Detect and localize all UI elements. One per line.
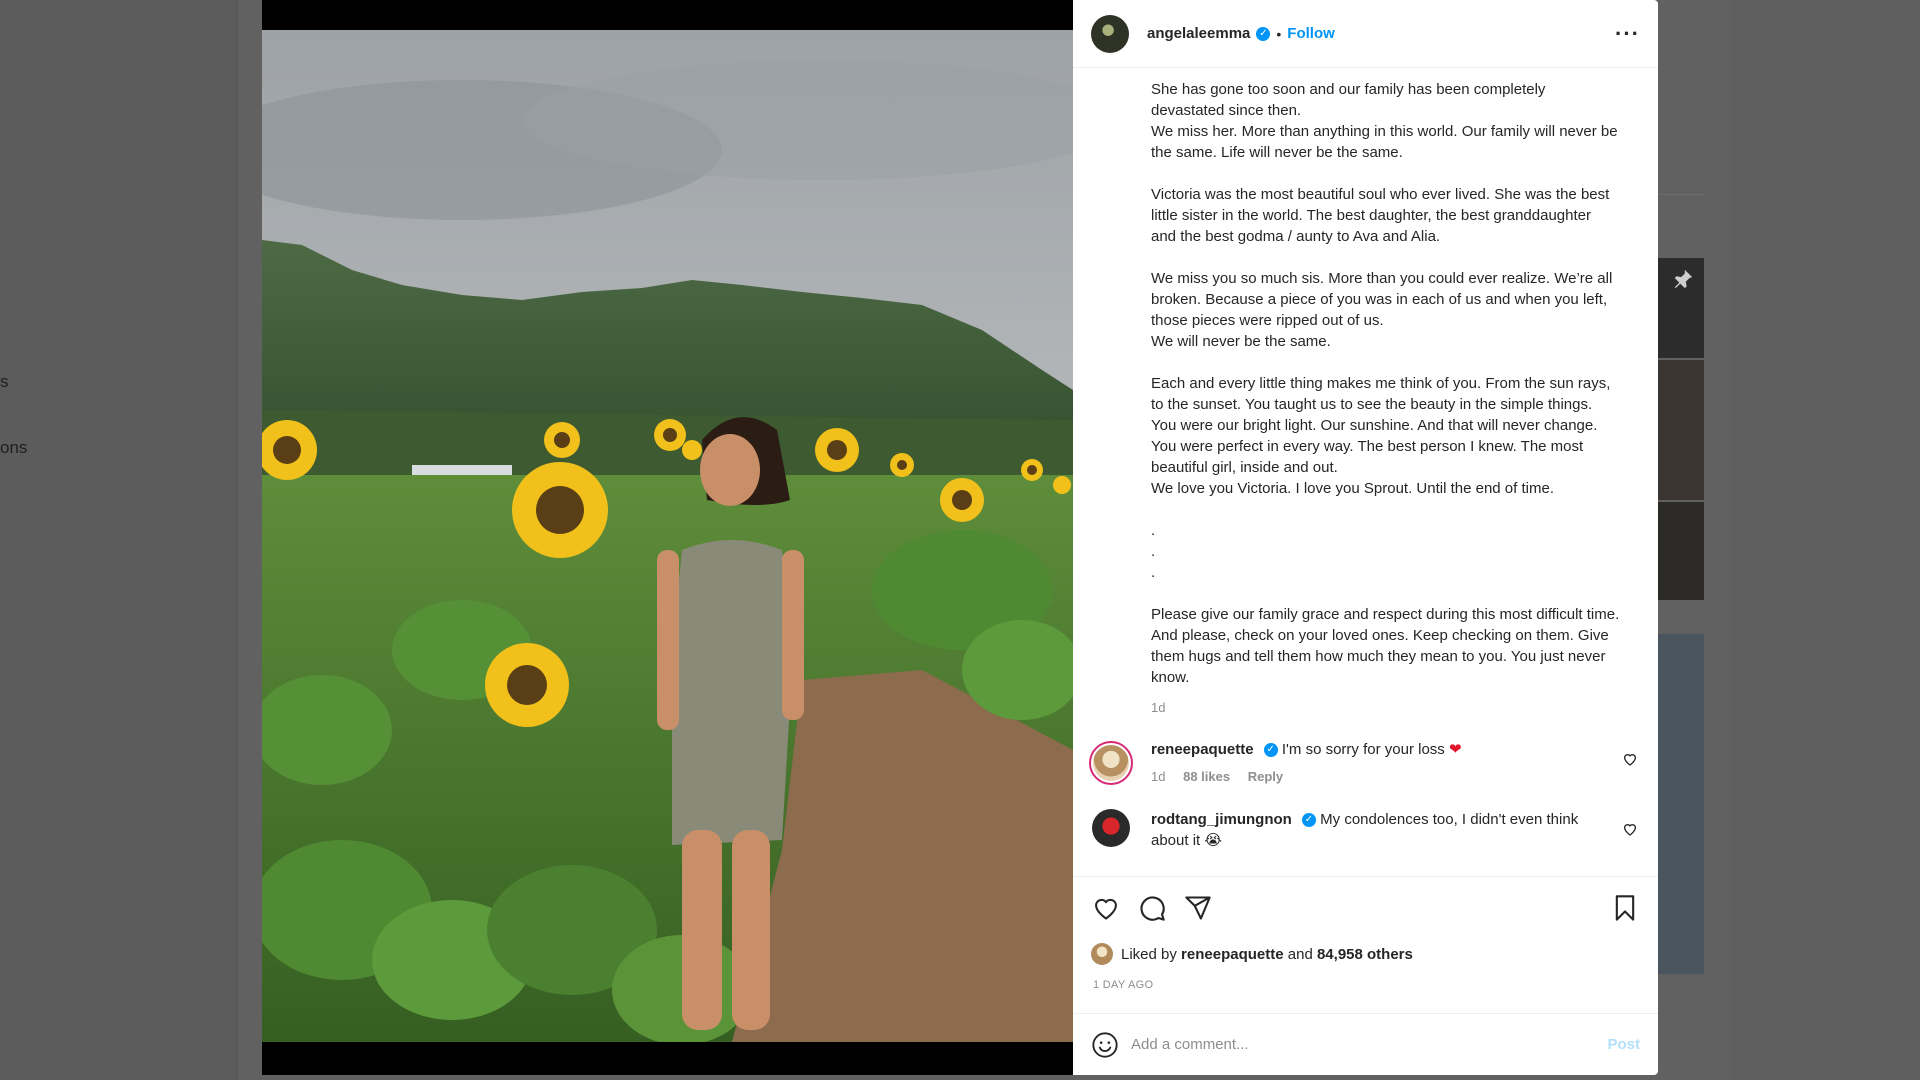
liked-by-username[interactable]: reneepaquette: [1181, 946, 1284, 963]
post-comment-button[interactable]: Post: [1607, 1036, 1640, 1053]
comment-like-heart-icon[interactable]: [1622, 751, 1638, 767]
liked-by-avatar[interactable]: [1091, 943, 1113, 965]
background-thumbnail: [1658, 360, 1704, 500]
commenter-avatar[interactable]: [1089, 741, 1133, 785]
comment-item: rodtang_jimungnon ✓ My condolences too, …: [1073, 809, 1658, 851]
liked-by-row: Liked by reneepaquette and 84,958 others: [1073, 939, 1658, 969]
background-divider: [1658, 194, 1704, 195]
post-panel: angelaleemma ✓ • Follow ··· She has gone…: [1073, 0, 1658, 1075]
author-username[interactable]: angelaleemma: [1147, 25, 1250, 42]
pin-icon: [1672, 268, 1694, 296]
verified-badge-icon: ✓: [1263, 743, 1278, 758]
comment-likes[interactable]: 88 likes: [1183, 769, 1230, 784]
caption-timestamp: 1d: [1151, 700, 1166, 715]
liked-by-prefix: Liked by: [1121, 945, 1177, 963]
post-photo: [262, 30, 1073, 1042]
post-media: [262, 0, 1073, 1075]
comment-item: reneepaquette ✓ I'm so sorry for your lo…: [1073, 739, 1658, 787]
share-paper-plane-icon[interactable]: [1183, 893, 1213, 923]
emoji-smiley-icon[interactable]: [1091, 1031, 1119, 1059]
crying-face-emoji: 😭: [1204, 832, 1222, 849]
comment-meta: 1d 88 likes Reply: [1151, 766, 1606, 787]
like-heart-icon[interactable]: [1091, 893, 1121, 923]
commenter-avatar[interactable]: [1092, 809, 1130, 847]
liked-by-and: and: [1287, 945, 1313, 963]
post-header: angelaleemma ✓ • Follow ···: [1073, 0, 1658, 68]
add-comment-bar: Post: [1073, 1013, 1658, 1075]
background-sidebar-fragment: s: [0, 372, 9, 391]
liked-by-others-link[interactable]: 84,958 others: [1317, 946, 1413, 963]
header-separator: •: [1276, 25, 1282, 42]
background-sidebar-fragment: ons: [0, 438, 28, 457]
background-sidebar: s ons: [0, 0, 238, 1080]
comment-bubble-icon[interactable]: [1137, 893, 1167, 923]
reply-button[interactable]: Reply: [1248, 769, 1283, 784]
comments-scroll-area[interactable]: She has gone too soon and our family has…: [1073, 69, 1658, 876]
commenter-username[interactable]: reneepaquette: [1151, 741, 1254, 758]
author-avatar[interactable]: [1091, 14, 1129, 53]
more-horizontal-icon[interactable]: ···: [1615, 21, 1640, 47]
background-thumbnail: [1658, 634, 1704, 974]
comment-body: rodtang_jimungnon ✓ My condolences too, …: [1151, 809, 1636, 851]
bookmark-icon[interactable]: [1610, 893, 1640, 923]
post-actions: Liked by reneepaquette and 84,958 others…: [1073, 876, 1658, 991]
post-caption: She has gone too soon and our family has…: [1151, 81, 1620, 686]
red-heart-emoji: ❤: [1448, 741, 1462, 758]
post-time-ago[interactable]: 1 DAY AGO: [1073, 969, 1658, 991]
commenter-username[interactable]: rodtang_jimungnon: [1151, 811, 1292, 828]
comment-body: reneepaquette ✓ I'm so sorry for your lo…: [1151, 739, 1636, 787]
comment-like-heart-icon[interactable]: [1622, 821, 1638, 837]
comment-text: I'm so sorry for your loss: [1281, 741, 1445, 758]
verified-badge-icon: ✓: [1256, 26, 1271, 41]
verified-badge-icon: ✓: [1302, 813, 1316, 828]
action-row: [1073, 877, 1658, 939]
comment-input[interactable]: [1131, 1036, 1608, 1053]
background-thumbnail: [1658, 502, 1704, 600]
comment-time: 1d: [1151, 769, 1166, 784]
follow-button[interactable]: Follow: [1287, 25, 1335, 42]
